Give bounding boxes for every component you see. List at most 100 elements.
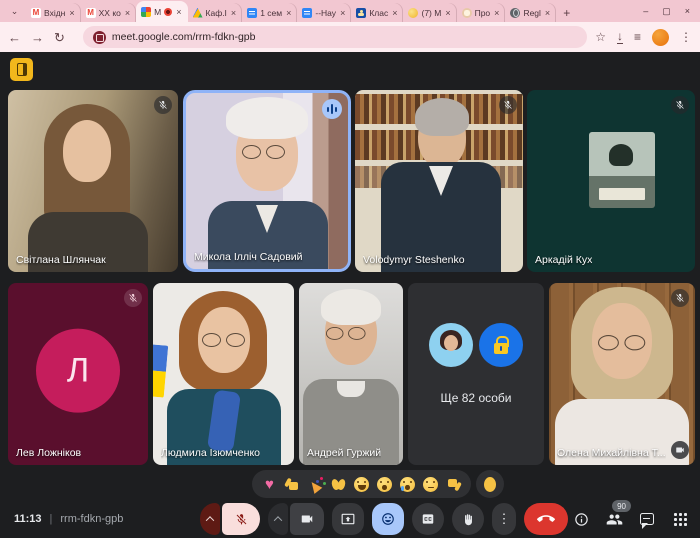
- crying-face-icon: [400, 477, 415, 492]
- chevron-up-icon: [206, 516, 214, 524]
- profile-avatar[interactable]: [652, 29, 669, 46]
- more-options-button[interactable]: ⋮: [492, 503, 516, 535]
- downloads-icon[interactable]: ↓: [617, 30, 623, 44]
- tab-close-icon[interactable]: ×: [544, 8, 551, 18]
- clock-time: 11:13: [14, 513, 42, 525]
- reaction-cry-button[interactable]: [399, 476, 416, 493]
- tab-close-icon[interactable]: ×: [285, 8, 292, 18]
- tab-meet-active[interactable]: M ×: [136, 1, 187, 22]
- camera-options-chevron[interactable]: [268, 503, 288, 535]
- video-tile-volodymyr[interactable]: Volodymyr Steshenko: [355, 90, 523, 272]
- mic-muted-icon: [154, 96, 172, 114]
- reload-icon[interactable]: ↻: [54, 31, 65, 44]
- back-icon[interactable]: ←: [8, 31, 21, 44]
- camera-toggle-button[interactable]: [290, 503, 324, 535]
- address-bar[interactable]: meet.google.com/rrm-fdkn-gpb: [83, 26, 587, 48]
- reaction-clap-button[interactable]: [330, 476, 347, 493]
- tab-label: 1 сем: [260, 8, 282, 18]
- window-minimize-button[interactable]: –: [643, 6, 648, 16]
- tab-docs-nau[interactable]: --Нау ×: [297, 3, 351, 22]
- browser-menu-icon[interactable]: ⋮: [680, 31, 692, 43]
- participant-video: [337, 381, 365, 397]
- tab-close-icon[interactable]: ×: [230, 8, 237, 18]
- reactions-pill: [252, 470, 471, 498]
- video-tile-andrii[interactable]: Андрей Гуржий: [299, 283, 403, 465]
- tab-drive-kaf[interactable]: Каф.І ×: [188, 3, 243, 22]
- reaction-surprised-button[interactable]: [376, 476, 393, 493]
- tab-mail-7[interactable]: (7) М ×: [403, 3, 456, 22]
- tab-gmail-inbox[interactable]: Вхідн ×: [26, 3, 81, 22]
- meeting-status: 11:13 | rrm-fdkn-gpb: [14, 513, 123, 525]
- clapping-hands-icon: [331, 477, 346, 492]
- tab-close-icon[interactable]: ×: [444, 8, 451, 18]
- video-tile-arkadii[interactable]: Аркадій Кух: [527, 90, 695, 272]
- gmail-icon: [86, 8, 96, 18]
- tab-close-icon[interactable]: ×: [175, 7, 182, 17]
- ukraine-flag: [153, 344, 168, 397]
- forward-icon[interactable]: →: [31, 31, 44, 44]
- tab-pro[interactable]: Про ×: [457, 3, 506, 22]
- site-recording-indicator-icon[interactable]: [93, 31, 106, 44]
- reaction-thumbs-up-button[interactable]: [284, 476, 301, 493]
- participant-video: [226, 97, 308, 139]
- captions-button[interactable]: [412, 503, 444, 535]
- bookmark-star-icon[interactable]: ☆: [595, 31, 606, 43]
- participant-name: Олена Михайлівна Т...: [557, 447, 666, 459]
- reading-list-icon[interactable]: ≡: [634, 31, 641, 43]
- video-tile-mykola-speaking[interactable]: Микола Ілліч Садовий: [183, 90, 351, 272]
- microphone-toggle-button[interactable]: [222, 503, 260, 535]
- mic-muted-icon: [499, 96, 517, 114]
- tab-regl[interactable]: Regl ×: [505, 3, 556, 22]
- meeting-room-button[interactable]: [10, 58, 33, 81]
- tab-label: Клас: [369, 8, 388, 18]
- window-maximize-button[interactable]: ▢: [662, 6, 671, 17]
- chat-button[interactable]: [637, 509, 657, 529]
- meet-stage: Світлана Шлянчак Микола Ілліч Садовий Vo…: [0, 52, 700, 538]
- reaction-thinking-button[interactable]: [422, 476, 439, 493]
- present-screen-button[interactable]: [332, 503, 364, 535]
- video-tile-lev-avatar[interactable]: Л Лев Ложніков: [8, 283, 148, 465]
- tab-gmail-conference[interactable]: XX ко ×: [81, 3, 137, 22]
- meeting-details-button[interactable]: [571, 509, 591, 529]
- mic-options-chevron[interactable]: [200, 503, 220, 535]
- tab-close-icon[interactable]: ×: [391, 8, 398, 18]
- lock-icon: [494, 343, 508, 354]
- participant-name: Лев Ложніков: [16, 447, 81, 459]
- tab-search-button[interactable]: ⌄: [6, 3, 23, 20]
- participant-video: [589, 132, 655, 208]
- activities-button[interactable]: [670, 509, 690, 529]
- participant-name: Аркадій Кух: [535, 254, 592, 266]
- meet-icon: [141, 7, 151, 17]
- tab-close-icon[interactable]: ×: [493, 8, 500, 18]
- door-icon: [17, 63, 27, 76]
- globe-icon: [510, 8, 520, 18]
- video-tile-olena[interactable]: Олена Михайлівна Т...: [549, 283, 695, 465]
- tab-label: (7) М: [421, 8, 441, 18]
- raise-hand-button[interactable]: [452, 503, 484, 535]
- reaction-party-popper-button[interactable]: [307, 476, 324, 493]
- participant-video: [415, 98, 469, 136]
- tab-close-icon[interactable]: ×: [68, 8, 75, 18]
- reaction-thumbs-down-button[interactable]: [445, 476, 462, 493]
- window-controls: – ▢ ×: [643, 0, 696, 22]
- reactions-toggle-button[interactable]: [372, 503, 404, 535]
- overflow-participants-tile[interactable]: Ще 82 особи: [408, 283, 544, 465]
- apps-grid-icon: [674, 513, 687, 526]
- overflow-count-label: Ще 82 особи: [408, 391, 544, 405]
- video-tile-svitlana[interactable]: Світлана Шлянчак: [8, 90, 178, 272]
- skin-tone-selector-button[interactable]: [476, 470, 504, 498]
- tab-close-icon[interactable]: ×: [124, 8, 131, 18]
- classroom-icon: [356, 8, 366, 18]
- participants-button[interactable]: 90: [604, 509, 624, 529]
- reaction-joy-button[interactable]: [353, 476, 370, 493]
- end-call-button[interactable]: [524, 503, 568, 535]
- tab-docs-1sem[interactable]: 1 сем ×: [242, 3, 297, 22]
- tab-classroom[interactable]: Клас ×: [351, 3, 403, 22]
- new-tab-button[interactable]: +: [556, 6, 577, 22]
- video-tile-liudmyla[interactable]: Людмила Ізюмченко: [153, 283, 294, 465]
- reaction-sparkling-heart-button[interactable]: [261, 476, 278, 493]
- window-close-button[interactable]: ×: [685, 6, 690, 16]
- switch-camera-icon[interactable]: [671, 441, 689, 459]
- tab-close-icon[interactable]: ×: [339, 8, 346, 18]
- party-popper-icon: [308, 477, 323, 492]
